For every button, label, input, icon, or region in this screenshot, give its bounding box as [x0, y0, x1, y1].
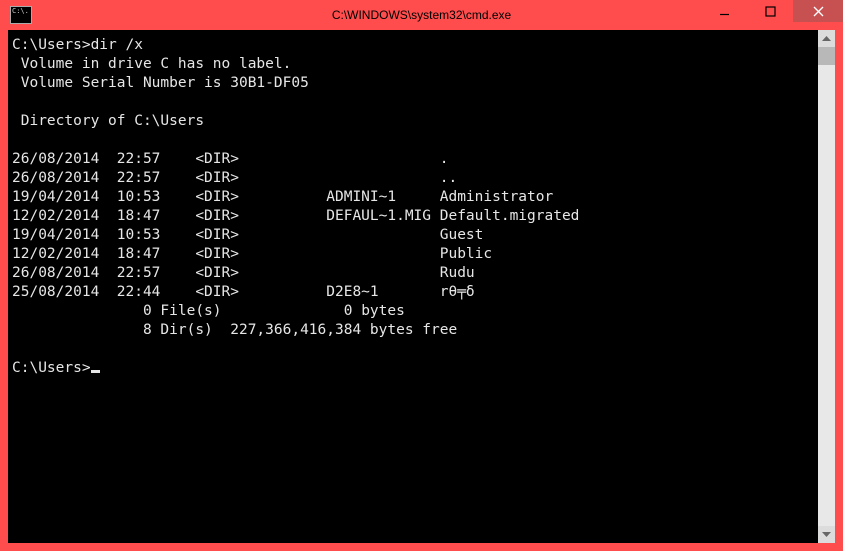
- dir-row: 19/04/2014 10:53 <DIR>Guest: [12, 226, 816, 245]
- volume-line-2: Volume Serial Number is 30B1-DF05: [12, 75, 309, 91]
- close-button[interactable]: [793, 0, 843, 22]
- minimize-button[interactable]: [701, 0, 747, 22]
- dir-row: 25/08/2014 22:44 <DIR>D2E8~1rθ╤δ: [12, 283, 816, 302]
- console-content[interactable]: C:\Users>dir /x Volume in drive C has no…: [8, 30, 818, 543]
- command-text: dir /x: [91, 37, 143, 53]
- cmd-icon: C:\.: [10, 6, 32, 24]
- prompt-text: C:\Users>: [12, 360, 91, 376]
- summary-files: 0 File(s) 0 bytes: [12, 302, 816, 321]
- volume-line-1: Volume in drive C has no label.: [12, 56, 291, 72]
- console: C:\Users>dir /x Volume in drive C has no…: [8, 30, 835, 543]
- vertical-scrollbar[interactable]: [818, 30, 835, 543]
- dir-row: 26/08/2014 22:57 <DIR>..: [12, 169, 816, 188]
- dir-row: 12/02/2014 18:47 <DIR>DEFAUL~1.MIGDefaul…: [12, 207, 816, 226]
- dir-row: 26/08/2014 22:57 <DIR>Rudu: [12, 264, 816, 283]
- scroll-track[interactable]: [818, 47, 835, 526]
- cmd-window: C:\. C:\WINDOWS\system32\cmd.exe C:\User…: [0, 0, 843, 551]
- dir-row: 12/02/2014 18:47 <DIR>Public: [12, 245, 816, 264]
- scroll-down-arrow[interactable]: [818, 526, 835, 543]
- scroll-up-arrow[interactable]: [818, 30, 835, 47]
- dir-row: 26/08/2014 22:57 <DIR>.: [12, 150, 816, 169]
- summary-dirs: 8 Dir(s) 227,366,416,384 bytes free: [12, 321, 816, 340]
- directory-of-line: Directory of C:\Users: [12, 113, 204, 129]
- maximize-button[interactable]: [747, 0, 793, 22]
- titlebar[interactable]: C:\. C:\WINDOWS\system32\cmd.exe: [0, 0, 843, 30]
- prompt-text: C:\Users>: [12, 37, 91, 53]
- console-wrapper: C:\Users>dir /x Volume in drive C has no…: [0, 30, 843, 551]
- dir-row: 19/04/2014 10:53 <DIR>ADMINI~1Administra…: [12, 188, 816, 207]
- window-controls: [701, 0, 843, 30]
- scroll-thumb[interactable]: [818, 47, 835, 65]
- cursor: [91, 370, 100, 373]
